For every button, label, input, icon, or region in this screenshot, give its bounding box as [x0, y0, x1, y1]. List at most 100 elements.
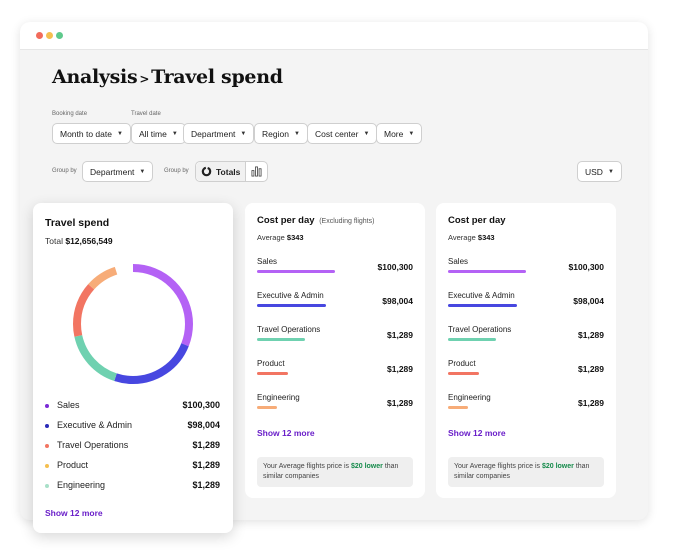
total-value: $12,656,549	[65, 236, 113, 246]
breadcrumb-separator: >	[139, 72, 150, 86]
department-row-label: Executive & Admin	[257, 291, 324, 300]
department-share-bar	[448, 270, 526, 273]
legend-dot-icon	[45, 424, 49, 428]
maximize-window-dot-icon[interactable]	[56, 32, 63, 39]
department-row-value: $1,289	[578, 364, 604, 374]
department-row: Sales $100,300	[448, 257, 604, 277]
department-row: Executive & Admin $98,004	[448, 291, 604, 311]
region-filter-dropdown[interactable]: Region ▼	[254, 123, 308, 144]
average-label: Average	[257, 233, 285, 242]
legend-item: Sales $100,300	[45, 400, 220, 414]
group-by-label: Group by	[52, 168, 77, 174]
cost-per-day-title: Cost per day (Excluding flights)	[257, 215, 374, 226]
cost-per-day-title-text: Cost per day	[257, 215, 315, 226]
show-more-link[interactable]: Show 12 more	[448, 428, 506, 438]
cost-center-filter-label: Cost center	[315, 128, 359, 139]
legend-item: Executive & Admin $98,004	[45, 420, 220, 434]
legend-item: Product $1,289	[45, 460, 220, 474]
department-row-label: Executive & Admin	[448, 291, 515, 300]
department-share-bar	[257, 372, 289, 375]
travel-spend-card: Travel spend Total $12,656,549 Sales $100…	[33, 203, 233, 533]
department-row-value: $100,300	[377, 262, 413, 272]
cost-per-day-card-1: Cost per day (Excluding flights) Average…	[245, 203, 425, 498]
department-share-bar	[448, 338, 497, 341]
average-label: Average	[448, 233, 476, 242]
legend-dot-icon	[45, 404, 49, 408]
all-time-dropdown[interactable]: All time ▼	[131, 123, 186, 144]
totals-toggle-button[interactable]: Totals	[196, 162, 247, 181]
legend-label: Sales	[57, 400, 80, 410]
legend-label: Executive & Admin	[57, 420, 133, 430]
bar-chart-icon	[251, 166, 262, 177]
close-window-dot-icon[interactable]	[36, 32, 43, 39]
department-row: Engineering $1,289	[448, 393, 604, 413]
total-label: Total	[45, 236, 63, 246]
caret-down-icon: ▼	[240, 130, 247, 137]
page-title: Analysis > Travel spend	[52, 66, 283, 88]
department-row-label: Travel Operations	[257, 325, 321, 334]
caret-down-icon: ▼	[607, 168, 614, 175]
department-row-label: Sales	[448, 257, 469, 266]
department-filter-dropdown[interactable]: Department ▼	[183, 123, 255, 144]
month-to-date-dropdown[interactable]: Month to date ▼	[52, 123, 131, 144]
travel-spend-donut-chart	[73, 264, 193, 384]
legend-label: Travel Operations	[57, 440, 129, 450]
month-to-date-label: Month to date	[60, 128, 112, 139]
department-row-value: $100,300	[568, 262, 604, 272]
more-filters-label: More	[384, 128, 404, 139]
comparison-note: Your Average flights price is $20 lower …	[257, 457, 413, 487]
bar-view-toggle-button[interactable]	[246, 166, 267, 177]
booking-date-label: Booking date	[52, 111, 88, 117]
breadcrumb-analysis[interactable]: Analysis	[52, 66, 138, 88]
minimize-window-dot-icon[interactable]	[46, 32, 53, 39]
legend-dot-icon	[45, 464, 49, 468]
department-row: Product $1,289	[257, 359, 413, 379]
department-row-value: $1,289	[387, 398, 413, 408]
legend-value: $1,289	[192, 440, 220, 450]
note-highlight: $20 lower	[350, 463, 383, 470]
breadcrumb-travel-spend: Travel spend	[151, 66, 283, 88]
legend-label: Product	[57, 460, 89, 470]
currency-dropdown[interactable]: USD ▼	[577, 161, 622, 182]
department-row-label: Product	[448, 359, 476, 368]
department-row-value: $1,289	[578, 398, 604, 408]
travel-date-label: Travel date	[131, 111, 161, 117]
currency-value: USD	[585, 166, 603, 177]
department-share-bar	[257, 270, 335, 273]
all-time-label: All time	[139, 128, 167, 139]
department-row-label: Travel Operations	[448, 325, 512, 334]
caret-down-icon: ▼	[116, 130, 123, 137]
note-prefix: Your Average flights price is	[263, 463, 349, 470]
legend-item: Engineering $1,289	[45, 480, 220, 494]
average-value: Average $343	[448, 233, 495, 242]
window-titlebar	[20, 22, 648, 50]
department-row: Engineering $1,289	[257, 393, 413, 413]
legend-item: Travel Operations $1,289	[45, 440, 220, 454]
department-share-bar	[448, 304, 517, 307]
group-by-view-label: Group by	[164, 168, 189, 174]
cost-per-day-subtitle: (Excluding flights)	[319, 218, 375, 225]
group-by-dropdown[interactable]: Department ▼	[82, 161, 154, 182]
legend-dot-icon	[45, 444, 49, 448]
department-filter-label: Department	[191, 128, 236, 139]
average-amount: $343	[286, 233, 304, 242]
department-row: Product $1,289	[448, 359, 604, 379]
note-prefix: Your Average flights price is	[454, 463, 540, 470]
legend-value: $1,289	[192, 480, 220, 490]
department-row-value: $98,004	[573, 296, 604, 306]
average-value: Average $343	[257, 233, 304, 242]
travel-spend-title: Travel spend	[45, 217, 110, 229]
donut-chart-icon	[201, 166, 212, 177]
legend-dot-icon	[45, 484, 49, 488]
view-toggle: Totals	[195, 161, 268, 182]
department-share-bar	[257, 406, 278, 409]
cost-per-day-card-2: Cost per day Average $343 Sales $100,300 E…	[436, 203, 616, 498]
cost-center-filter-dropdown[interactable]: Cost center ▼	[307, 123, 378, 144]
department-row-value: $1,289	[387, 330, 413, 340]
department-row: Sales $100,300	[257, 257, 413, 277]
more-filters-dropdown[interactable]: More ▼	[376, 123, 423, 144]
show-more-link[interactable]: Show 12 more	[45, 508, 103, 518]
caret-down-icon: ▼	[139, 168, 146, 175]
show-more-link[interactable]: Show 12 more	[257, 428, 315, 438]
region-filter-label: Region	[262, 128, 289, 139]
